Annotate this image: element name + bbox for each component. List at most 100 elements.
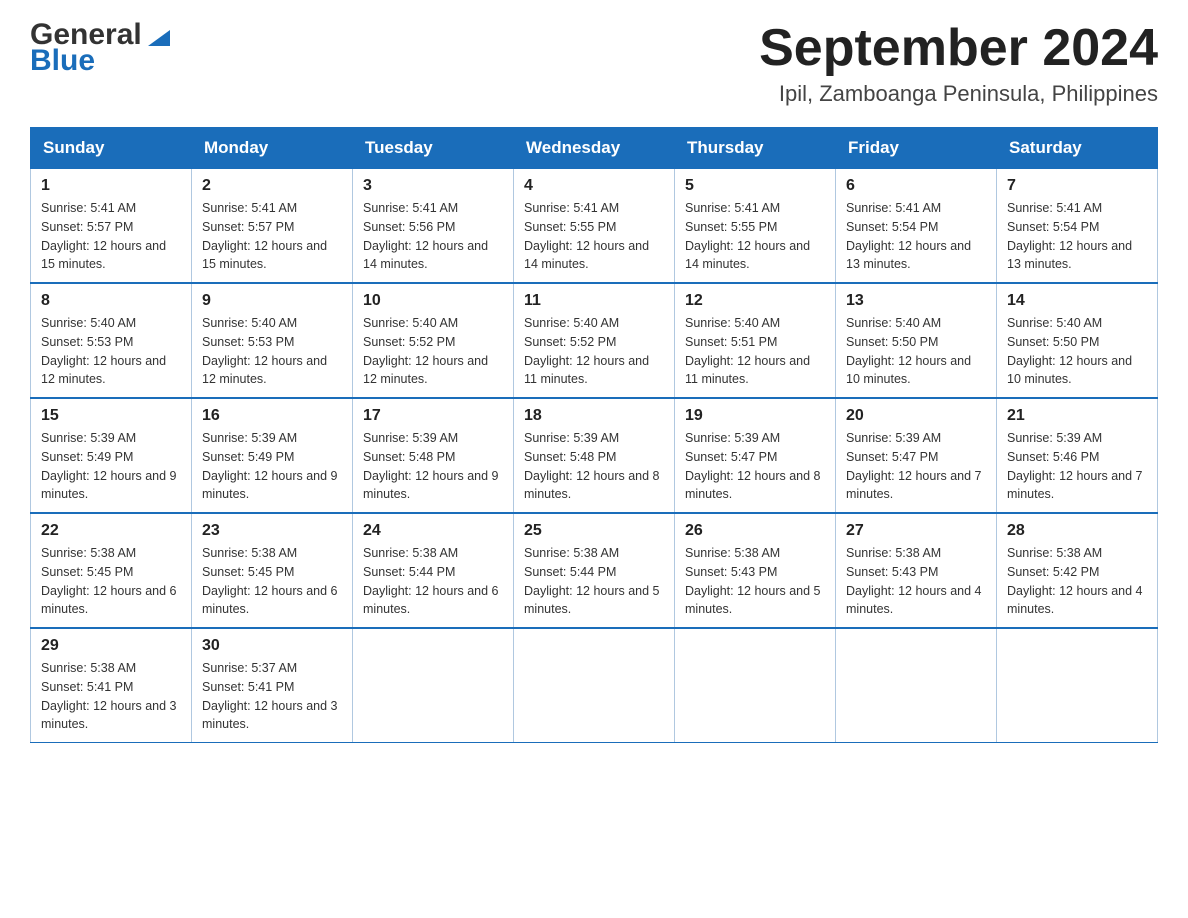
day-number: 14 [1007, 292, 1147, 310]
day-number: 5 [685, 177, 825, 195]
calendar-cell: 27 Sunrise: 5:38 AMSunset: 5:43 PMDaylig… [836, 513, 997, 628]
weekday-header-saturday: Saturday [997, 128, 1158, 169]
week-row-5: 29 Sunrise: 5:38 AMSunset: 5:41 PMDaylig… [31, 628, 1158, 743]
day-info: Sunrise: 5:38 AMSunset: 5:45 PMDaylight:… [41, 546, 177, 616]
day-number: 19 [685, 407, 825, 425]
day-info: Sunrise: 5:38 AMSunset: 5:42 PMDaylight:… [1007, 546, 1143, 616]
calendar-cell: 14 Sunrise: 5:40 AMSunset: 5:50 PMDaylig… [997, 283, 1158, 398]
day-number: 11 [524, 292, 664, 310]
day-number: 4 [524, 177, 664, 195]
day-number: 1 [41, 177, 181, 195]
day-number: 29 [41, 637, 181, 655]
calendar-cell: 12 Sunrise: 5:40 AMSunset: 5:51 PMDaylig… [675, 283, 836, 398]
day-number: 22 [41, 522, 181, 540]
day-number: 21 [1007, 407, 1147, 425]
calendar-cell: 19 Sunrise: 5:39 AMSunset: 5:47 PMDaylig… [675, 398, 836, 513]
day-info: Sunrise: 5:41 AMSunset: 5:57 PMDaylight:… [41, 201, 166, 271]
day-info: Sunrise: 5:39 AMSunset: 5:48 PMDaylight:… [524, 431, 660, 501]
day-info: Sunrise: 5:41 AMSunset: 5:54 PMDaylight:… [1007, 201, 1132, 271]
calendar-cell: 2 Sunrise: 5:41 AMSunset: 5:57 PMDayligh… [192, 169, 353, 284]
week-row-2: 8 Sunrise: 5:40 AMSunset: 5:53 PMDayligh… [31, 283, 1158, 398]
calendar-cell [675, 628, 836, 743]
calendar-cell: 28 Sunrise: 5:38 AMSunset: 5:42 PMDaylig… [997, 513, 1158, 628]
day-info: Sunrise: 5:38 AMSunset: 5:45 PMDaylight:… [202, 546, 338, 616]
day-info: Sunrise: 5:40 AMSunset: 5:51 PMDaylight:… [685, 316, 810, 386]
calendar-cell: 11 Sunrise: 5:40 AMSunset: 5:52 PMDaylig… [514, 283, 675, 398]
day-info: Sunrise: 5:38 AMSunset: 5:44 PMDaylight:… [524, 546, 660, 616]
calendar-cell: 15 Sunrise: 5:39 AMSunset: 5:49 PMDaylig… [31, 398, 192, 513]
day-info: Sunrise: 5:39 AMSunset: 5:49 PMDaylight:… [41, 431, 177, 501]
day-info: Sunrise: 5:38 AMSunset: 5:43 PMDaylight:… [685, 546, 821, 616]
calendar-cell: 25 Sunrise: 5:38 AMSunset: 5:44 PMDaylig… [514, 513, 675, 628]
day-info: Sunrise: 5:38 AMSunset: 5:41 PMDaylight:… [41, 661, 177, 731]
day-info: Sunrise: 5:39 AMSunset: 5:49 PMDaylight:… [202, 431, 338, 501]
day-info: Sunrise: 5:38 AMSunset: 5:44 PMDaylight:… [363, 546, 499, 616]
day-number: 10 [363, 292, 503, 310]
day-info: Sunrise: 5:40 AMSunset: 5:52 PMDaylight:… [524, 316, 649, 386]
weekday-header-thursday: Thursday [675, 128, 836, 169]
day-info: Sunrise: 5:39 AMSunset: 5:47 PMDaylight:… [685, 431, 821, 501]
calendar-cell: 24 Sunrise: 5:38 AMSunset: 5:44 PMDaylig… [353, 513, 514, 628]
logo-blue: Blue [30, 46, 174, 76]
calendar-cell: 16 Sunrise: 5:39 AMSunset: 5:49 PMDaylig… [192, 398, 353, 513]
day-info: Sunrise: 5:39 AMSunset: 5:46 PMDaylight:… [1007, 431, 1143, 501]
weekday-header-tuesday: Tuesday [353, 128, 514, 169]
weekday-header-friday: Friday [836, 128, 997, 169]
calendar-cell: 17 Sunrise: 5:39 AMSunset: 5:48 PMDaylig… [353, 398, 514, 513]
week-row-1: 1 Sunrise: 5:41 AMSunset: 5:57 PMDayligh… [31, 169, 1158, 284]
month-title: September 2024 [759, 20, 1158, 77]
calendar-cell: 23 Sunrise: 5:38 AMSunset: 5:45 PMDaylig… [192, 513, 353, 628]
day-number: 3 [363, 177, 503, 195]
day-number: 9 [202, 292, 342, 310]
day-number: 26 [685, 522, 825, 540]
calendar-cell: 26 Sunrise: 5:38 AMSunset: 5:43 PMDaylig… [675, 513, 836, 628]
day-info: Sunrise: 5:41 AMSunset: 5:57 PMDaylight:… [202, 201, 327, 271]
day-number: 27 [846, 522, 986, 540]
day-info: Sunrise: 5:40 AMSunset: 5:52 PMDaylight:… [363, 316, 488, 386]
calendar-cell: 7 Sunrise: 5:41 AMSunset: 5:54 PMDayligh… [997, 169, 1158, 284]
week-row-4: 22 Sunrise: 5:38 AMSunset: 5:45 PMDaylig… [31, 513, 1158, 628]
calendar-cell [836, 628, 997, 743]
logo-text: General Blue [30, 20, 174, 76]
weekday-header-wednesday: Wednesday [514, 128, 675, 169]
day-info: Sunrise: 5:40 AMSunset: 5:50 PMDaylight:… [846, 316, 971, 386]
day-info: Sunrise: 5:41 AMSunset: 5:54 PMDaylight:… [846, 201, 971, 271]
day-info: Sunrise: 5:37 AMSunset: 5:41 PMDaylight:… [202, 661, 338, 731]
calendar-cell: 18 Sunrise: 5:39 AMSunset: 5:48 PMDaylig… [514, 398, 675, 513]
weekday-header-row: SundayMondayTuesdayWednesdayThursdayFrid… [31, 128, 1158, 169]
calendar-cell: 30 Sunrise: 5:37 AMSunset: 5:41 PMDaylig… [192, 628, 353, 743]
calendar-cell: 9 Sunrise: 5:40 AMSunset: 5:53 PMDayligh… [192, 283, 353, 398]
calendar-cell: 8 Sunrise: 5:40 AMSunset: 5:53 PMDayligh… [31, 283, 192, 398]
day-number: 20 [846, 407, 986, 425]
calendar-cell: 1 Sunrise: 5:41 AMSunset: 5:57 PMDayligh… [31, 169, 192, 284]
day-number: 28 [1007, 522, 1147, 540]
day-info: Sunrise: 5:41 AMSunset: 5:55 PMDaylight:… [524, 201, 649, 271]
weekday-header-monday: Monday [192, 128, 353, 169]
calendar-cell: 22 Sunrise: 5:38 AMSunset: 5:45 PMDaylig… [31, 513, 192, 628]
day-info: Sunrise: 5:38 AMSunset: 5:43 PMDaylight:… [846, 546, 982, 616]
calendar-table: SundayMondayTuesdayWednesdayThursdayFrid… [30, 127, 1158, 743]
calendar-cell: 20 Sunrise: 5:39 AMSunset: 5:47 PMDaylig… [836, 398, 997, 513]
day-number: 18 [524, 407, 664, 425]
day-number: 16 [202, 407, 342, 425]
calendar-cell: 5 Sunrise: 5:41 AMSunset: 5:55 PMDayligh… [675, 169, 836, 284]
page-header: General Blue September 2024 Ipil, Zamboa… [30, 20, 1158, 107]
title-area: September 2024 Ipil, Zamboanga Peninsula… [759, 20, 1158, 107]
day-number: 2 [202, 177, 342, 195]
calendar-cell: 13 Sunrise: 5:40 AMSunset: 5:50 PMDaylig… [836, 283, 997, 398]
calendar-cell: 4 Sunrise: 5:41 AMSunset: 5:55 PMDayligh… [514, 169, 675, 284]
weekday-header-sunday: Sunday [31, 128, 192, 169]
calendar-cell: 10 Sunrise: 5:40 AMSunset: 5:52 PMDaylig… [353, 283, 514, 398]
calendar-cell [514, 628, 675, 743]
day-number: 8 [41, 292, 181, 310]
day-info: Sunrise: 5:40 AMSunset: 5:53 PMDaylight:… [41, 316, 166, 386]
day-number: 30 [202, 637, 342, 655]
day-number: 25 [524, 522, 664, 540]
day-info: Sunrise: 5:41 AMSunset: 5:55 PMDaylight:… [685, 201, 810, 271]
calendar-cell: 29 Sunrise: 5:38 AMSunset: 5:41 PMDaylig… [31, 628, 192, 743]
day-number: 6 [846, 177, 986, 195]
location-subtitle: Ipil, Zamboanga Peninsula, Philippines [759, 81, 1158, 107]
week-row-3: 15 Sunrise: 5:39 AMSunset: 5:49 PMDaylig… [31, 398, 1158, 513]
day-number: 24 [363, 522, 503, 540]
day-number: 13 [846, 292, 986, 310]
